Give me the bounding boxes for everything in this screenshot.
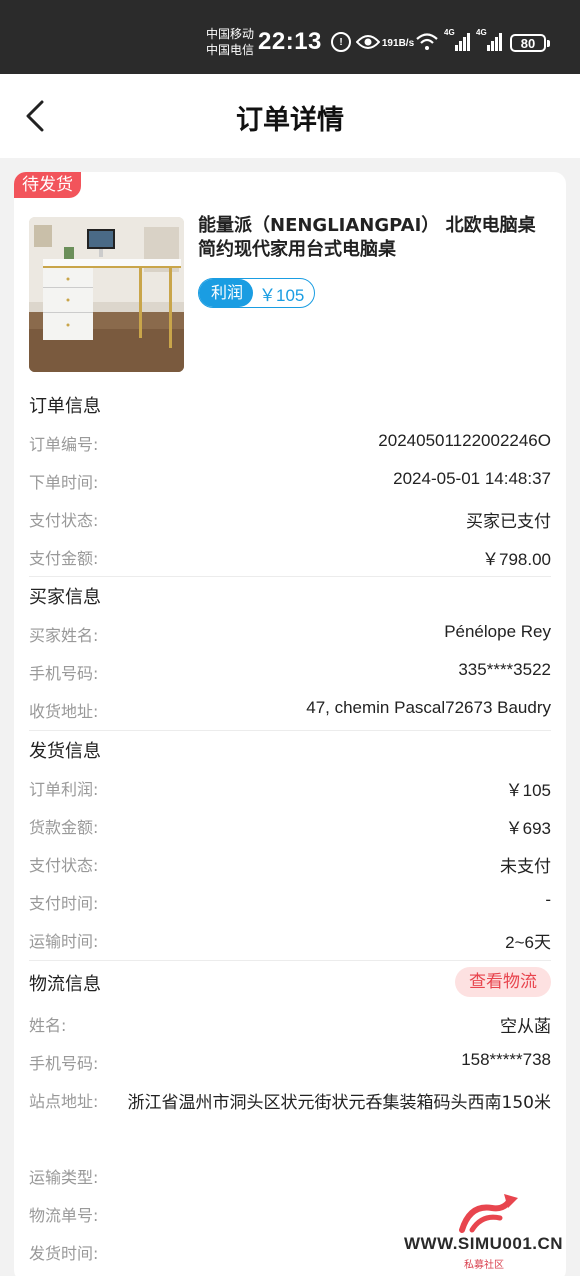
row-value: 335****3522 — [458, 660, 551, 679]
order-number-row: 订单编号: 20240501122002246O — [29, 431, 551, 455]
profit-tag: 利润 ￥105 — [198, 278, 316, 308]
clock: 22:13 — [258, 28, 322, 55]
divider — [29, 960, 551, 961]
signal-1-label: 4G — [444, 28, 455, 37]
order-detail-card: 待发货 能量派（NENGLIANGPAI） 北欧电脑桌简约现代家用台式电脑桌 利… — [14, 172, 566, 1276]
row-label: 支付状态: — [29, 511, 99, 530]
status-bar: 中国移动 中国电信 22:13 ! 191 B/s 4G 4G 80 — [0, 0, 580, 74]
payment-time-row: 支付时间: - — [29, 890, 551, 914]
order-info-title: 订单信息 — [29, 396, 101, 417]
shipping-info-title: 发货信息 — [29, 741, 101, 762]
divider — [29, 576, 551, 577]
eye-icon — [356, 30, 380, 54]
view-logistics-button[interactable]: 查看物流 — [455, 967, 551, 997]
row-label: 支付时间: — [29, 894, 99, 913]
product-title: 能量派（NENGLIANGPAI） 北欧电脑桌简约现代家用台式电脑桌 — [198, 215, 536, 260]
courier-phone-row: 手机号码: 158*****738 — [29, 1050, 551, 1074]
carrier-names: 中国移动 中国电信 — [206, 26, 254, 58]
divider — [29, 730, 551, 731]
payment-amount-row: 支付金额: ￥798.00 — [29, 545, 551, 569]
row-value: 20240501122002246O — [378, 431, 551, 450]
row-label: 运输类型: — [29, 1168, 99, 1187]
app-header: 订单详情 — [0, 74, 580, 158]
desk-image — [29, 217, 184, 372]
goods-amount-row: 货款金额: ￥693 — [29, 814, 551, 838]
order-profit-row: 订单利润: ￥105 — [29, 776, 551, 800]
row-label: 订单利润: — [29, 780, 99, 799]
row-value: 2~6天 — [505, 933, 551, 952]
row-label: 买家姓名: — [29, 626, 99, 645]
row-value: 158*****738 — [461, 1050, 551, 1069]
buyer-info-title: 买家信息 — [29, 587, 101, 608]
status-badge: 待发货 — [14, 172, 81, 198]
net-speed-unit: B/s — [398, 37, 415, 49]
row-label: 运输时间: — [29, 932, 99, 951]
watermark-text: WWW.SIMU001.CN — [404, 1234, 564, 1253]
row-label: 发货时间: — [29, 1244, 99, 1263]
row-value: ￥798.00 — [482, 550, 551, 569]
battery-level: 80 — [520, 35, 536, 51]
row-label: 订单编号: — [29, 435, 99, 454]
row-value: 2024-05-01 14:48:37 — [393, 469, 551, 488]
row-label: 收货地址: — [29, 702, 99, 721]
product-image[interactable] — [29, 217, 184, 372]
row-label: 支付状态: — [29, 856, 99, 875]
courier-name-row: 姓名: 空从菡 — [29, 1012, 551, 1036]
logistics-info-title: 物流信息 — [29, 974, 101, 995]
row-value: - — [545, 890, 551, 909]
order-time-row: 下单时间: 2024-05-01 14:48:37 — [29, 469, 551, 493]
row-label: 手机号码: — [29, 1054, 99, 1073]
row-label: 站点地址: — [29, 1092, 99, 1111]
carrier-1: 中国移动 — [206, 27, 255, 41]
row-label: 手机号码: — [29, 664, 99, 683]
payment-status-row: 支付状态: 买家已支付 — [29, 507, 551, 531]
row-value: ￥693 — [505, 819, 551, 838]
row-value: 未支付 — [500, 857, 551, 876]
shipping-payment-status-row: 支付状态: 未支付 — [29, 852, 551, 876]
row-value: ￥105 — [505, 781, 551, 800]
watermark-subtext: 私募社区 — [464, 1260, 504, 1271]
row-value: Pénélope Rey — [444, 622, 551, 641]
transit-time-row: 运输时间: 2~6天 — [29, 928, 551, 952]
battery-icon: 80 — [510, 34, 550, 52]
row-value: 47, chemin Pascal72673 Baudry — [306, 698, 551, 717]
row-value: 空从菡 — [500, 1017, 551, 1036]
row-value: 买家已支付 — [466, 512, 551, 531]
net-speed-value: 191 — [381, 37, 399, 49]
signal-2-label: 4G — [476, 28, 487, 37]
sim-alert-icon: ! — [330, 30, 352, 54]
watermark: WWW.SIMU001.CN 私募社区 — [400, 1190, 580, 1276]
signal-icon-1: 4G — [444, 28, 472, 54]
profit-value: ￥105 — [259, 285, 305, 305]
watermark-logo-icon — [459, 1194, 518, 1233]
station-address-value: 浙江省温州市洞头区状元街状元呑集装箱码头西南150米 — [127, 1093, 551, 1113]
wifi-icon — [414, 30, 440, 54]
net-speed: 191 B/s — [382, 31, 414, 55]
buyer-phone-row: 手机号码: 335****3522 — [29, 660, 551, 684]
row-label: 支付金额: — [29, 549, 99, 568]
buyer-address-row: 收货地址: 47, chemin Pascal72673 Baudry — [29, 698, 551, 722]
row-label: 物流单号: — [29, 1206, 99, 1225]
signal-icon-2: 4G — [476, 28, 504, 54]
profit-label: 利润 — [199, 279, 254, 307]
row-label: 姓名: — [29, 1016, 67, 1035]
page-title: 订单详情 — [236, 105, 344, 136]
transport-type-row: 运输类型: — [29, 1164, 551, 1188]
carrier-2: 中国电信 — [206, 43, 255, 57]
row-label: 下单时间: — [29, 473, 99, 492]
buyer-name-row: 买家姓名: Pénélope Rey — [29, 622, 551, 646]
row-label: 货款金额: — [29, 818, 99, 837]
